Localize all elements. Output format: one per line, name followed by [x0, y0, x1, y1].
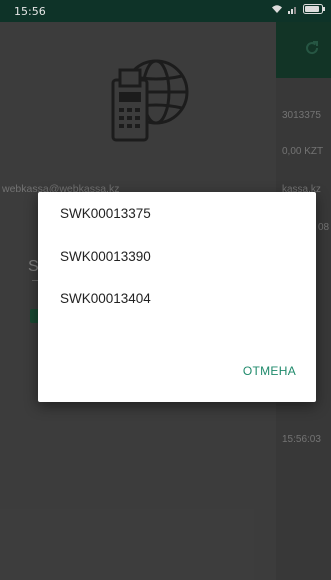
- status-icons: [271, 4, 325, 14]
- dialog-option[interactable]: SWK00013375: [60, 194, 300, 234]
- signal-icon: [288, 7, 296, 14]
- status-time: 15:56: [14, 5, 46, 18]
- wifi-icon: [272, 5, 282, 13]
- cancel-button[interactable]: ОТМЕНА: [243, 364, 296, 378]
- dialog-option[interactable]: SWK00013390: [60, 237, 300, 277]
- battery-icon: [303, 4, 325, 14]
- status-bar: 15:56: [0, 0, 331, 22]
- dialog-option[interactable]: SWK00013404: [60, 279, 300, 319]
- cashbox-picker-dialog: SWK00013375 SWK00013390 SWK00013404 ОТМЕ…: [38, 192, 316, 402]
